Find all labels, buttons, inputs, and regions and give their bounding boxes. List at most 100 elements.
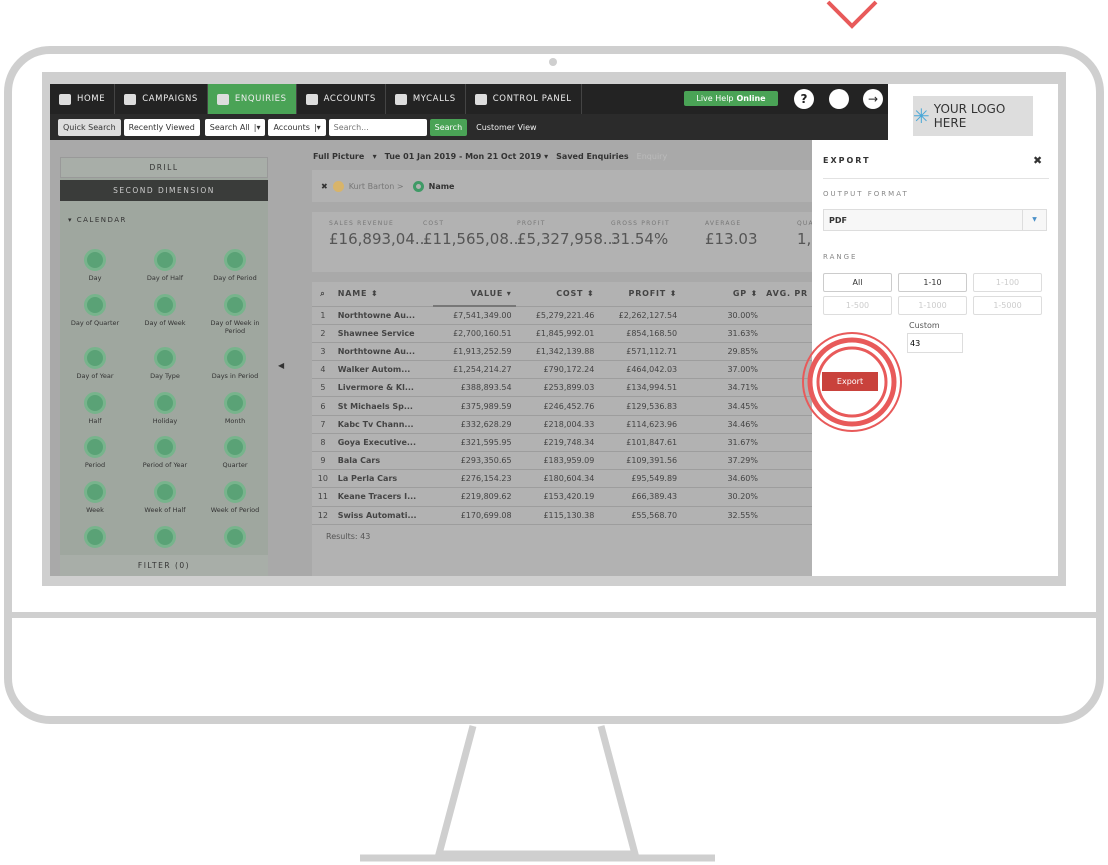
table-cell: 29.85% [681,342,762,362]
calendar-icon [84,526,106,548]
close-icon[interactable]: ✖ [1033,154,1042,167]
grid-icon [474,93,487,105]
range-option[interactable]: 1-10 [898,273,967,292]
calendar-icon [154,436,176,458]
saved-enquiries-link[interactable]: Saved Enquiries [556,152,629,161]
format-select[interactable]: PDF ▼ [823,209,1047,231]
custom-range-input[interactable] [907,333,963,353]
range-option[interactable]: All [823,273,892,292]
column-header[interactable]: NAME ⬍ [333,282,433,307]
breadcrumb-parent[interactable]: Kurt Barton > [349,182,404,191]
filter-button[interactable]: FILTER (0) [60,555,268,576]
table-cell: £66,389.43 [598,487,682,507]
nav-home[interactable]: HOME [50,84,116,114]
table-row[interactable]: 1 Northtowne Au... £7,541,349.00 £5,279,221… [312,306,812,325]
table-cell: £253,899.03 [515,378,599,398]
enquiry-link[interactable]: Enquiry [637,152,668,161]
table-cell: Swiss Automati... [333,506,433,525]
calendar-item[interactable]: Days in Period [205,347,265,380]
table-cell: £2,700,160.51 [432,324,516,343]
calendar-item[interactable] [135,526,195,551]
calendar-icon [224,249,246,271]
recently-viewed-tab[interactable]: Recently Viewed [123,118,200,136]
table-cell: 3 [312,342,334,362]
table-row[interactable]: 4 Walker Autom... £1,254,214.27 £790,172.24… [312,360,812,380]
calendar-heading[interactable]: ▾ CALENDAR [68,216,127,224]
calendar-icon [224,526,246,548]
export-button[interactable]: Export [822,372,878,391]
nav-campaigns[interactable]: CAMPAIGNS [115,84,208,114]
range-option[interactable]: 1-100 [973,273,1042,292]
nav-mycalls[interactable]: MYCALLS [386,84,466,114]
quick-search-tab[interactable]: Quick Search [58,118,121,136]
table-row[interactable]: 2 Shawnee Service £2,700,160.51 £1,845,992.… [312,324,812,343]
calendar-item[interactable]: Day of Year [65,347,125,380]
search-icon[interactable]: ⌕ [312,282,334,307]
calendar-item[interactable]: Week [65,481,125,514]
table-row[interactable]: 10 La Perla Cars £276,154.23 £180,604.34 £95… [312,469,812,489]
nav-enquiries[interactable]: ENQUIRIES [207,84,297,114]
table-row[interactable]: 5 Livermore & Kl... £388,893.54 £253,899.03… [312,378,812,398]
calendar-item[interactable]: Day Type [135,347,195,380]
column-header[interactable]: GP ⬍ [681,282,762,307]
table-row[interactable]: 11 Keane Tracers I... £219,809.62 £153,420.… [312,487,812,507]
calendar-item[interactable]: Quarter [205,436,265,469]
table-row[interactable]: 3 Northtowne Au... £1,913,252.59 £1,342,139… [312,342,812,362]
table-row[interactable]: 9 Bala Cars £293,350.65 £183,959.09 £109,391… [312,451,812,471]
calendar-item[interactable] [65,526,125,551]
second-dimension-button[interactable]: SECOND DIMENSION [60,180,268,201]
search-button[interactable]: Search [429,118,468,136]
customer-view-link[interactable]: Customer View [476,123,536,132]
calendar-item[interactable]: Half [65,392,125,425]
view-select[interactable]: Full Picture ▾ [313,152,377,161]
calendar-item[interactable]: Period of Year [135,436,195,469]
export-title: EXPORT [823,156,871,165]
search-input[interactable] [328,118,427,136]
collapse-sidebar-icon[interactable]: ◀ [278,361,284,370]
nav-control-panel[interactable]: CONTROL PANEL [466,84,582,114]
calendar-item[interactable]: Period [65,436,125,469]
calendar-item[interactable]: Day of Half [135,249,195,282]
calendar-icon [84,347,106,369]
range-option[interactable]: 1-1000 [898,296,967,315]
dropdown-icon: |▾ [253,122,261,132]
calendar-item[interactable]: Day [65,249,125,282]
column-header[interactable]: VALUE ▾ [432,282,516,307]
kpi: GROSS PROFIT 31.54% [611,220,670,248]
live-help-button[interactable]: Live Help Online [684,91,778,106]
table-cell: £5,279,221.46 [515,306,599,325]
user-icon[interactable] [829,89,849,109]
calendar-item[interactable]: Month [205,392,265,425]
calendar-item[interactable]: Week of Period [205,481,265,514]
calendar-item[interactable]: Day of Quarter [65,294,125,327]
column-header[interactable]: COST ⬍ [515,282,599,307]
date-range-select[interactable]: Tue 01 Jan 2019 - Mon 21 Oct 2019 ▾ [385,152,549,161]
help-icon[interactable]: ? [794,89,814,109]
calendar-item[interactable]: Week of Half [135,481,195,514]
search-all-select[interactable]: Search All |▾ [204,118,266,136]
clear-icon[interactable]: ✖ [321,182,328,191]
range-option[interactable]: 1-5000 [973,296,1042,315]
nav-accounts[interactable]: ACCOUNTS [297,84,386,114]
range-option[interactable]: 1-500 [823,296,892,315]
table-cell: £55,568.70 [598,506,682,525]
calendar-item[interactable]: Holiday [135,392,195,425]
calendar-item[interactable] [205,526,265,551]
target-icon [412,180,424,192]
table-cell: £276,154.23 [432,469,516,489]
calendar-item[interactable]: Day of Week [135,294,195,327]
table-row[interactable]: 8 Goya Executive... £321,595.95 £219,748.34… [312,433,812,453]
calendar-item[interactable]: Day of Week in Period [205,294,265,335]
accounts-select[interactable]: Accounts |▾ [268,118,326,136]
logout-icon[interactable]: → [863,89,883,109]
table-cell: La Perla Cars [333,469,433,489]
column-header[interactable]: PROFIT ⬍ [598,282,682,307]
table-row[interactable]: 7 Kabc Tv Chann... £332,628.29 £218,004.33 £… [312,415,812,434]
table-cell: £183,959.09 [515,451,599,471]
drill-button[interactable]: DRILL [60,157,268,178]
table-row[interactable]: 12 Swiss Automati... £170,699.08 £115,130.3… [312,506,812,525]
calendar-item[interactable]: Day of Period [205,249,265,282]
column-header[interactable]: AVG. PR [761,282,812,307]
calendar-icon [224,347,246,369]
table-row[interactable]: 6 St Michaels Sp... £375,989.59 £246,452.76… [312,396,812,416]
